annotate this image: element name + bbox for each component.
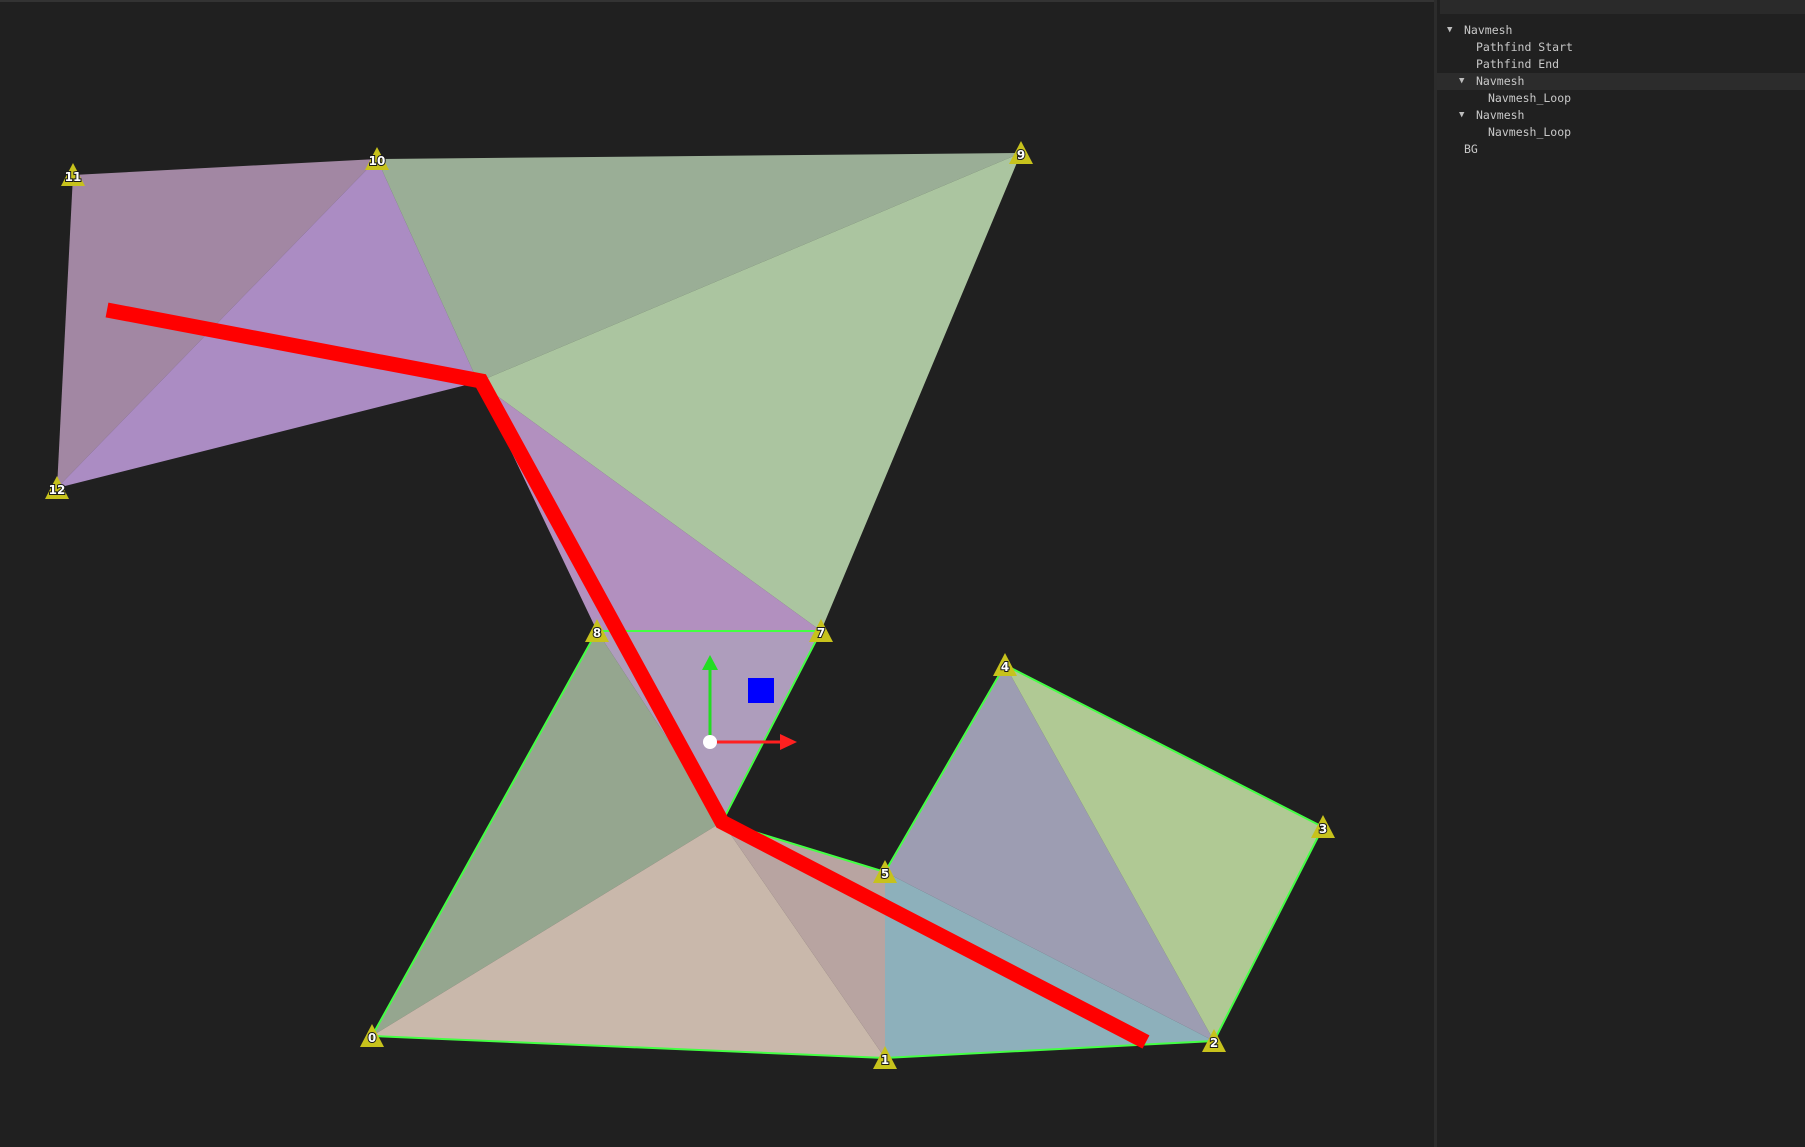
vertex-marker[interactable]: 9 xyxy=(1009,141,1033,164)
expand-arrow-icon[interactable]: ▼ xyxy=(1459,107,1464,124)
vertex-marker[interactable]: 4 xyxy=(993,653,1017,676)
vertex-label: 1 xyxy=(881,1053,889,1067)
tree-item-label: Navmesh xyxy=(1464,23,1513,37)
gizmo-origin[interactable] xyxy=(703,735,717,749)
vertex-label: 10 xyxy=(369,154,386,168)
tree-item-label: Pathfind Start xyxy=(1476,40,1573,54)
navmesh-scene[interactable]: 012345789101112 xyxy=(0,0,1434,1147)
tree-item-pathfind-end[interactable]: Pathfind End xyxy=(1437,56,1805,73)
vertex-label: 11 xyxy=(65,170,82,184)
expand-arrow-icon[interactable]: ▼ xyxy=(1459,73,1464,90)
vertex-label: 12 xyxy=(49,483,66,497)
vertex-label: 5 xyxy=(881,867,889,881)
vertex-marker[interactable]: 10 xyxy=(365,147,389,170)
vertex-label: 2 xyxy=(1210,1036,1218,1050)
tree-item-label: Navmesh_Loop xyxy=(1488,91,1572,105)
gizmo-x-arrowhead[interactable] xyxy=(780,734,797,750)
tree-item-navmesh-loop-2[interactable]: Navmesh_Loop xyxy=(1437,124,1805,141)
lower-navmesh xyxy=(370,630,1325,1060)
vertex-label: 9 xyxy=(1017,148,1025,162)
tree-item-label: Navmesh_Loop xyxy=(1488,125,1572,139)
vertex-label: 8 xyxy=(593,626,601,640)
scene-viewport[interactable]: 0 1 2 3 4 5 7 8 9 10 11 12 xyxy=(0,0,1434,1147)
outliner-header xyxy=(1440,0,1805,14)
tree-item-pathfind-start[interactable]: Pathfind Start xyxy=(1437,39,1805,56)
blue-square-handle[interactable] xyxy=(748,678,774,703)
vertex-label: 3 xyxy=(1319,822,1327,836)
tree-item-navmesh-2[interactable]: ▼ Navmesh xyxy=(1437,107,1805,124)
vertex-marker[interactable]: 11 xyxy=(61,163,85,186)
tree-item-label: Navmesh xyxy=(1476,108,1525,122)
upper-navmesh xyxy=(57,153,1021,631)
tree-item-navmesh-1[interactable]: ▼ Navmesh xyxy=(1437,73,1805,90)
vertex-label: 0 xyxy=(368,1031,376,1045)
vertex-label: 7 xyxy=(817,626,825,640)
vertex-label: 4 xyxy=(1001,660,1009,674)
tree-item-bg[interactable]: BG xyxy=(1437,141,1805,158)
tree-item-label: Pathfind End xyxy=(1476,57,1560,71)
tree-item-navmesh-root[interactable]: ▼ Navmesh xyxy=(1437,22,1805,39)
tree-item-label: BG xyxy=(1464,142,1478,156)
scene-outliner-panel: ▼ Navmesh Pathfind Start Pathfind End ▼ … xyxy=(1437,0,1805,1147)
expand-arrow-icon[interactable]: ▼ xyxy=(1447,22,1452,39)
tree-item-label: Navmesh xyxy=(1476,74,1525,88)
tree-item-navmesh-loop-1[interactable]: Navmesh_Loop xyxy=(1437,90,1805,107)
